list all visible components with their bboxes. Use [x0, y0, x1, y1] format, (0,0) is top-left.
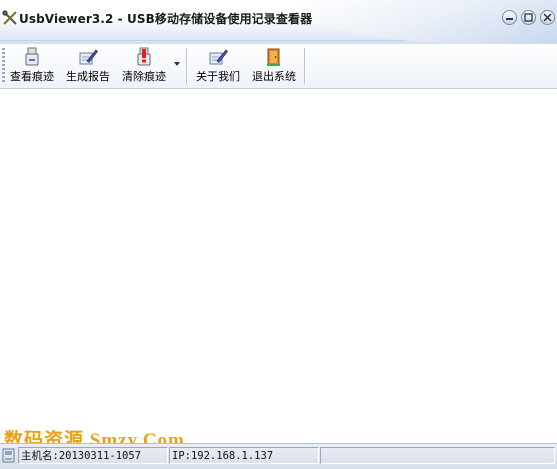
status-panel-empty [320, 447, 555, 464]
restore-button[interactable] [521, 10, 536, 25]
status-bar: 主机名:20130311-1057 IP:192.168.1.137 [0, 443, 557, 469]
usb-drive-icon [25, 47, 39, 66]
app-tools-icon [2, 10, 17, 25]
main-content-area[interactable] [0, 89, 557, 441]
minimize-icon [506, 18, 513, 20]
title-bar[interactable]: UsbViewer3.2 - USB移动存储设备使用记录查看器 [0, 0, 557, 44]
toolbar-grip[interactable] [2, 48, 5, 84]
computer-status-icon [2, 448, 15, 463]
view-traces-button[interactable]: 查看痕迹 [6, 47, 58, 85]
dropdown-arrow-icon[interactable] [174, 62, 180, 66]
report-pen-icon [79, 49, 98, 65]
toolbar: 查看痕迹 生成报告 清除痕迹 关于我们 退出系统 [0, 44, 557, 89]
exit-door-icon [267, 48, 280, 66]
restore-icon [524, 13, 533, 22]
about-us-label: 关于我们 [196, 70, 240, 83]
close-icon [543, 13, 552, 22]
window-title: UsbViewer3.2 - USB移动存储设备使用记录查看器 [19, 12, 313, 26]
close-button[interactable] [540, 10, 555, 25]
usb-clear-icon [137, 47, 151, 66]
ip-panel: IP:192.168.1.137 [169, 447, 319, 464]
generate-report-label: 生成报告 [66, 70, 110, 83]
exit-system-button[interactable]: 退出系统 [248, 47, 300, 85]
view-traces-label: 查看痕迹 [10, 70, 54, 83]
generate-report-button[interactable]: 生成报告 [62, 47, 114, 85]
toolbar-separator [304, 48, 306, 84]
toolbar-separator [186, 48, 188, 84]
minimize-button[interactable] [502, 10, 517, 25]
clear-traces-button[interactable]: 清除痕迹 [118, 47, 170, 85]
about-pen-icon [209, 49, 228, 65]
hostname-panel: 主机名:20130311-1057 [18, 447, 168, 464]
clear-traces-label: 清除痕迹 [122, 70, 166, 83]
about-us-button[interactable]: 关于我们 [192, 47, 244, 85]
exit-system-label: 退出系统 [252, 70, 296, 83]
